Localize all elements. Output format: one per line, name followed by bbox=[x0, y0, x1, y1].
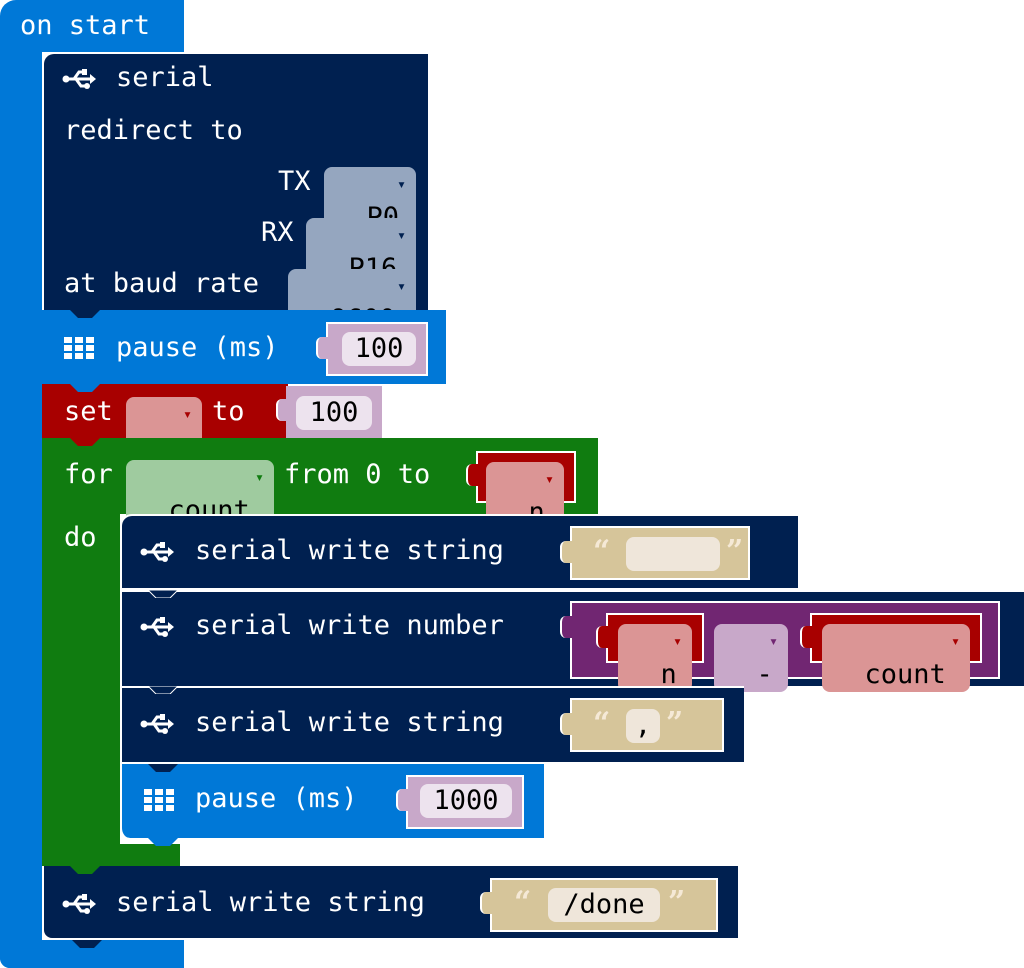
chevron-down-icon: ▾ bbox=[396, 277, 406, 295]
chevron-down-icon: ▾ bbox=[254, 468, 264, 486]
chevron-down-icon: ▾ bbox=[672, 632, 682, 650]
pause-label: pause (ms) bbox=[116, 332, 279, 363]
close-quote-icon: ” bbox=[726, 534, 744, 569]
right-operand-dropdown[interactable]: count ▾ bbox=[822, 624, 970, 692]
open-quote-icon: “ bbox=[593, 706, 611, 741]
notch bbox=[70, 384, 100, 392]
string-value-input[interactable]: , bbox=[626, 709, 660, 743]
open-quote-icon: “ bbox=[514, 885, 532, 920]
chevron-down-icon: ▾ bbox=[544, 470, 554, 488]
notch bbox=[148, 838, 178, 846]
redirect-to-label: redirect to bbox=[64, 115, 243, 146]
notch bbox=[72, 940, 102, 948]
chevron-down-icon: ▾ bbox=[182, 405, 192, 423]
open-quote-icon: “ bbox=[593, 534, 611, 569]
chevron-down-icon: ▾ bbox=[768, 632, 778, 650]
pause-value-input[interactable]: 1000 bbox=[420, 784, 512, 818]
operator-dropdown[interactable]: - ▾ bbox=[714, 624, 788, 692]
for-loop-foot bbox=[42, 844, 180, 866]
serial-write-number-label: serial write number bbox=[195, 610, 504, 641]
string-value-input[interactable] bbox=[626, 537, 720, 571]
left-operand-dropdown[interactable]: n ▾ bbox=[618, 624, 692, 692]
to-label: to bbox=[212, 396, 245, 427]
usb-icon bbox=[140, 542, 174, 562]
grid-icon bbox=[64, 337, 94, 359]
chevron-down-icon: ▾ bbox=[950, 632, 960, 650]
set-label: set bbox=[64, 396, 113, 427]
usb-icon bbox=[62, 69, 96, 89]
notch bbox=[70, 438, 100, 446]
close-quote-icon: ” bbox=[666, 706, 684, 741]
pause-label: pause (ms) bbox=[195, 783, 358, 814]
serial-write-string-label: serial write string bbox=[195, 707, 504, 738]
for-loop-arm bbox=[42, 514, 120, 844]
chevron-down-icon: ▾ bbox=[396, 226, 406, 244]
chevron-down-icon: ▾ bbox=[396, 175, 406, 193]
for-label: for bbox=[64, 459, 113, 490]
string-value-input[interactable]: /done bbox=[548, 888, 660, 922]
usb-icon bbox=[140, 714, 174, 734]
notch bbox=[148, 590, 178, 598]
close-quote-icon: ” bbox=[668, 885, 686, 920]
notch bbox=[148, 686, 178, 694]
from-label: from 0 to bbox=[284, 459, 431, 490]
on-start-label: on start bbox=[20, 10, 151, 41]
notch bbox=[148, 764, 178, 772]
notch bbox=[70, 310, 100, 318]
notch bbox=[70, 866, 100, 874]
pause-value-input[interactable]: 100 bbox=[342, 332, 416, 366]
rx-label: RX bbox=[261, 217, 294, 248]
grid-icon bbox=[144, 789, 174, 811]
usb-icon bbox=[140, 617, 174, 637]
set-value-input[interactable]: 100 bbox=[296, 396, 372, 430]
usb-icon bbox=[62, 894, 96, 914]
baud-rate-label: at baud rate bbox=[64, 268, 260, 299]
do-label: do bbox=[64, 522, 97, 553]
tx-label: TX bbox=[278, 166, 311, 197]
serial-write-string-label: serial write string bbox=[195, 535, 504, 566]
serial-write-string-label: serial write string bbox=[116, 887, 425, 918]
serial-label: serial bbox=[116, 62, 214, 93]
